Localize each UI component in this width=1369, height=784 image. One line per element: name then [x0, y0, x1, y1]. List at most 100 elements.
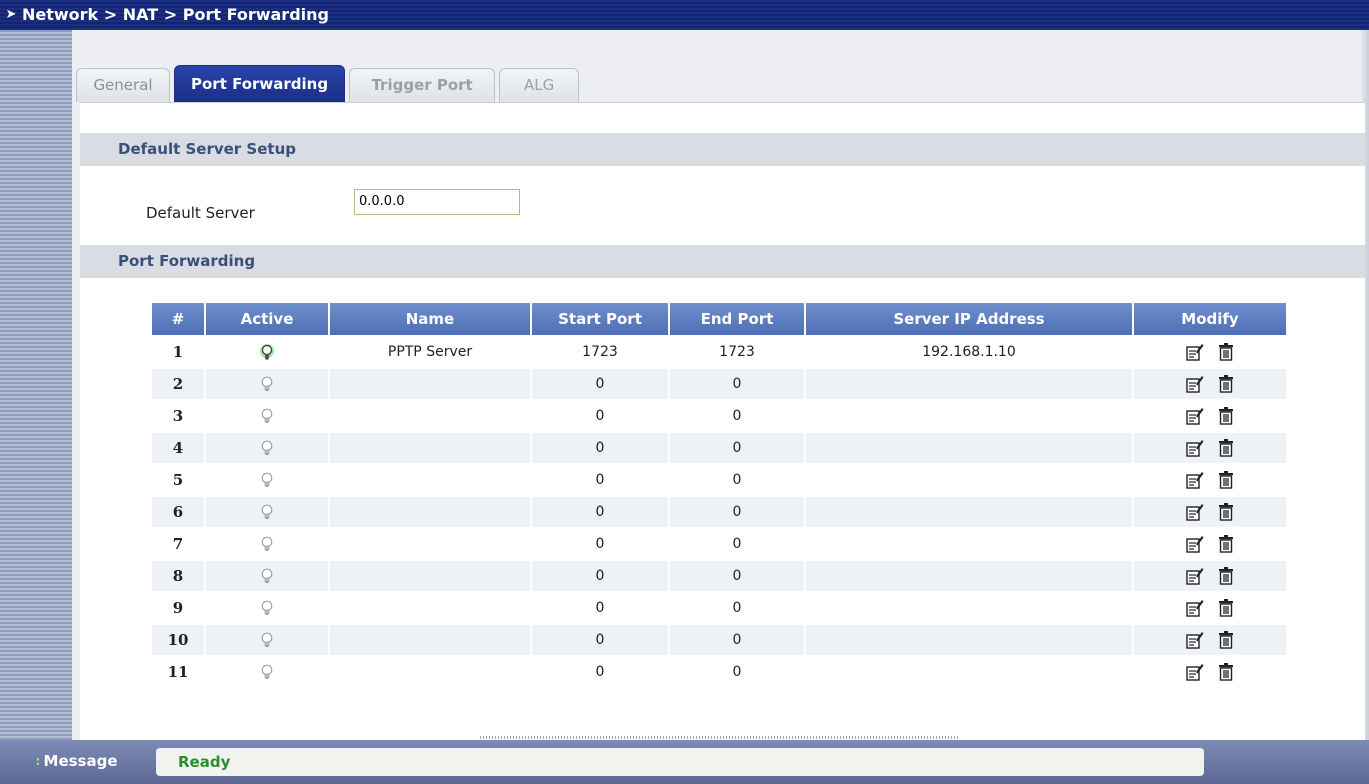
edit-icon[interactable]: [1184, 566, 1204, 586]
column-header-modify: Modify: [1134, 303, 1286, 335]
column-header-server-ip: Server IP Address: [806, 303, 1132, 335]
tab-trigger-port[interactable]: Trigger Port: [349, 68, 496, 102]
resize-grip[interactable]: [480, 736, 960, 739]
trash-icon[interactable]: [1216, 438, 1236, 458]
row-number: 1: [152, 337, 204, 367]
row-modify: [1134, 529, 1286, 559]
message-status: Ready: [156, 748, 1204, 776]
edit-icon[interactable]: [1184, 534, 1204, 554]
row-server-ip: [806, 433, 1132, 463]
table-row: 8 00: [152, 561, 1286, 591]
trash-icon[interactable]: [1216, 598, 1236, 618]
row-number: 5: [152, 465, 204, 495]
row-modify: [1134, 561, 1286, 591]
main-panel: Default Server Setup Default Server Port…: [80, 102, 1365, 741]
default-server-section-header: Default Server Setup: [80, 133, 1365, 166]
row-start-port: 0: [532, 625, 668, 655]
row-name: [330, 657, 530, 687]
row-modify: [1134, 433, 1286, 463]
column-header-number: #: [152, 303, 204, 335]
row-name: [330, 529, 530, 559]
breadcrumb-arrow-icon: ➤: [5, 7, 17, 22]
row-server-ip: 192.168.1.10: [806, 337, 1132, 367]
row-modify: [1134, 593, 1286, 623]
title-bar: ➤ Network > NAT > Port Forwarding: [0, 0, 1369, 30]
lightbulb-off-icon: [259, 375, 275, 393]
lightbulb-off-icon: [259, 631, 275, 649]
trash-icon[interactable]: [1216, 470, 1236, 490]
edit-icon[interactable]: [1184, 662, 1204, 682]
row-modify: [1134, 625, 1286, 655]
row-modify: [1134, 465, 1286, 495]
row-end-port: 0: [670, 465, 804, 495]
row-number: 6: [152, 497, 204, 527]
row-start-port: 0: [532, 433, 668, 463]
row-end-port: 0: [670, 593, 804, 623]
table-row: 11 0 0: [152, 657, 1286, 687]
row-start-port: 0: [532, 465, 668, 495]
edit-icon[interactable]: [1184, 470, 1204, 490]
message-label: ∶ Message: [36, 752, 118, 770]
row-active: [206, 497, 328, 527]
row-number: 9: [152, 593, 204, 623]
row-number: 10: [152, 625, 204, 655]
trash-icon[interactable]: [1216, 374, 1236, 394]
row-start-port: 0: [532, 529, 668, 559]
table-row: 7 00: [152, 529, 1286, 559]
trash-icon[interactable]: [1216, 630, 1236, 650]
row-active: [206, 657, 328, 687]
row-start-port: 0: [532, 369, 668, 399]
edit-icon[interactable]: [1184, 502, 1204, 522]
section-title: Default Server Setup: [118, 140, 296, 158]
row-server-ip: [806, 369, 1132, 399]
tab-alg[interactable]: ALG: [499, 68, 580, 102]
lightbulb-off-icon: [259, 471, 275, 489]
trash-icon[interactable]: [1216, 566, 1236, 586]
row-active: [206, 561, 328, 591]
row-active: [206, 593, 328, 623]
row-server-ip: [806, 625, 1132, 655]
edit-icon[interactable]: [1184, 630, 1204, 650]
port-forwarding-section-header: Port Forwarding: [80, 245, 1365, 278]
row-end-port: 0: [670, 625, 804, 655]
row-server-ip: [806, 401, 1132, 431]
row-number: 7: [152, 529, 204, 559]
row-name: [330, 465, 530, 495]
edit-icon[interactable]: [1184, 598, 1204, 618]
message-dots-icon: ∶: [36, 755, 40, 769]
trash-icon[interactable]: [1216, 406, 1236, 426]
row-end-port: 0: [670, 561, 804, 591]
edit-icon[interactable]: [1184, 438, 1204, 458]
row-end-port: 1723: [670, 337, 804, 367]
row-end-port: 0: [670, 433, 804, 463]
row-modify: [1134, 401, 1286, 431]
table-row: 10 0 0: [152, 625, 1286, 655]
row-server-ip: [806, 529, 1132, 559]
row-name: [330, 433, 530, 463]
row-server-ip: [806, 657, 1132, 687]
edit-icon[interactable]: [1184, 406, 1204, 426]
row-server-ip: [806, 561, 1132, 591]
edit-icon[interactable]: [1184, 374, 1204, 394]
trash-icon[interactable]: [1216, 534, 1236, 554]
default-server-input[interactable]: [354, 189, 520, 215]
edit-icon[interactable]: [1184, 342, 1204, 362]
trash-icon[interactable]: [1216, 662, 1236, 682]
column-header-end-port: End Port: [670, 303, 804, 335]
row-number: 4: [152, 433, 204, 463]
column-header-active: Active: [206, 303, 328, 335]
tab-general[interactable]: General: [76, 68, 170, 102]
lightbulb-on-icon: [259, 343, 275, 361]
trash-icon[interactable]: [1216, 342, 1236, 362]
row-modify: [1134, 657, 1286, 687]
tab-port-forwarding[interactable]: Port Forwarding: [174, 65, 346, 102]
row-end-port: 0: [670, 529, 804, 559]
table-row: 9 00: [152, 593, 1286, 623]
row-active: [206, 625, 328, 655]
trash-icon[interactable]: [1216, 502, 1236, 522]
row-end-port: 0: [670, 497, 804, 527]
table-row: 4 00: [152, 433, 1286, 463]
row-name: [330, 401, 530, 431]
lightbulb-off-icon: [259, 663, 275, 681]
table-row: 3 00: [152, 401, 1286, 431]
